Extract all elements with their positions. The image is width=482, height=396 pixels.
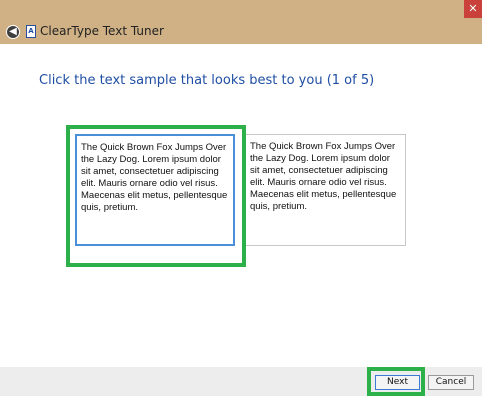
cleartype-app-icon: A	[26, 25, 36, 38]
cancel-button[interactable]: Cancel	[428, 375, 474, 390]
next-button[interactable]: Next	[375, 375, 420, 390]
title-bar: ✕ ◀ A ClearType Text Tuner	[0, 0, 482, 44]
instruction-heading: Click the text sample that looks best to…	[39, 73, 375, 88]
text-sample-1[interactable]: The Quick Brown Fox Jumps Over the Lazy …	[75, 134, 235, 246]
close-window-button[interactable]: ✕	[464, 0, 482, 18]
window-title: ClearType Text Tuner	[40, 24, 164, 38]
back-arrow-icon[interactable]: ◀	[6, 25, 20, 39]
text-sample-2[interactable]: The Quick Brown Fox Jumps Over the Lazy …	[246, 134, 406, 246]
